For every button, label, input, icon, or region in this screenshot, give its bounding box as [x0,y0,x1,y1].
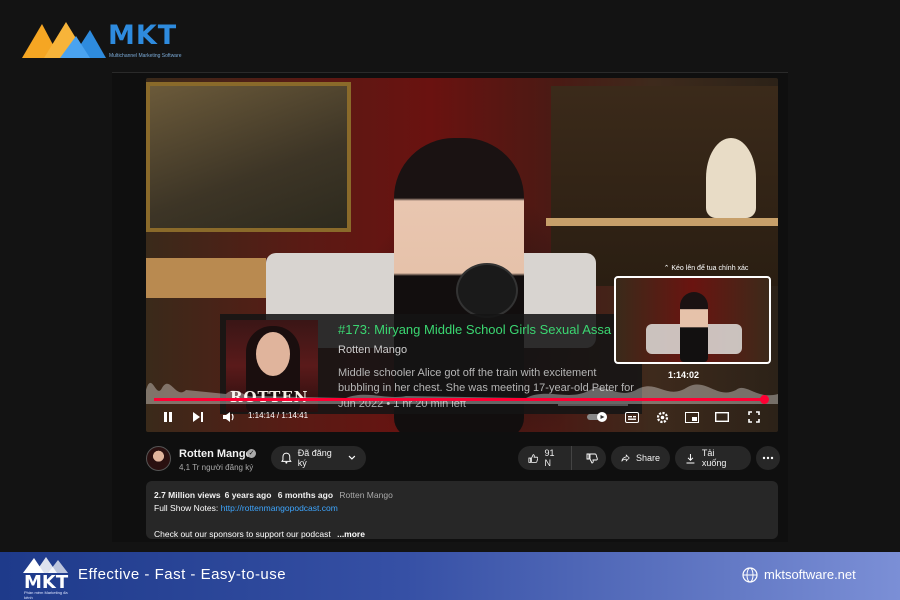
show-notes-link[interactable]: http://rottenmangopodcast.com [221,503,338,513]
promo-footer: MKT Phần mềm Marketing đa kênh Effective… [0,552,900,600]
footer-website[interactable]: mktsoftware.net [764,567,856,582]
download-label: Tải xuống [701,448,727,468]
pause-icon [164,412,172,422]
preview-host [680,292,708,362]
seek-hint: ⌃ Kéo lên để tua chính xác [663,265,749,272]
thumbs-down-icon [586,453,598,463]
view-count: 2.7 Million views [154,490,221,500]
chevron-down-icon [348,455,356,460]
autoplay-toggle-icon [587,412,607,422]
fullscreen-icon [748,411,760,423]
time-display: 1:14:14 / 1:14:41 [248,411,309,420]
subtitles-icon [625,411,639,423]
sponsors-line: Check out our sponsors to support our po… [154,528,770,541]
footer-slogan: Effective - Fast - Easy-to-use [78,566,287,583]
next-button[interactable] [188,408,208,426]
share-icon [621,454,630,462]
miniplayer-icon [685,411,699,423]
more-actions-button[interactable] [756,446,780,470]
subtitles-button[interactable] [622,408,642,426]
description-meta: 2.7 Million views 6 years ago 6 months ag… [154,489,770,502]
video-scene-painting [146,82,351,232]
brand-tagline: Multichannel Marketing Software [109,53,182,59]
brand-name: MKT [108,20,178,51]
episode-title[interactable]: #173: Miryang Middle School Girls Sexual… [338,322,638,337]
more-horizontal-icon [762,456,774,460]
show-more-link[interactable]: ...more [337,529,365,539]
video-scene-microphone [456,263,518,318]
dislike-button[interactable] [578,446,606,470]
video-scene-shelf-board [546,218,778,226]
progress-scrubber[interactable] [759,395,769,404]
download-button[interactable]: Tải xuống [675,446,751,470]
verified-icon: ✓ [247,449,256,458]
settings-icon [656,411,668,423]
settings-button[interactable] [652,408,672,426]
sponsors-text: Check out our sponsors to support our po… [154,529,331,539]
volume-button[interactable] [218,408,238,426]
thumbs-up-icon [528,453,539,463]
footer-logo: MKT Phần mềm Marketing đa kênh [22,556,72,600]
theater-icon [715,412,729,422]
show-notes-line: Full Show Notes: http://rottenmangopodca… [154,502,770,515]
mkt-logo-icon [22,22,106,58]
pause-button[interactable] [158,408,178,426]
seek-preview-thumbnail [614,276,771,364]
progress-fill [154,398,764,401]
channel-name[interactable]: Rotten Mango [179,448,252,460]
subscribed-label: Đã đăng ký [297,448,332,468]
upload-age: 6 years ago [224,490,272,500]
share-label: Share [635,453,660,463]
download-icon [686,453,695,463]
volume-icon [222,412,234,422]
globe-icon [742,567,758,583]
video-scene-book [146,258,266,298]
video-description[interactable]: 2.7 Million views 6 years ago 6 months ag… [146,481,778,539]
footer-brand-sub: Phần mềm Marketing đa kênh [24,590,68,600]
video-scene-statue [706,138,756,218]
like-dislike-group: 91 N [518,446,606,470]
episode-progress [558,404,628,406]
bell-icon [281,452,292,464]
mkt-logo: MKT Multichannel Marketing Software [20,18,200,62]
subscribed-button[interactable]: Đã đăng ký [271,446,366,470]
seek-preview-time: 1:14:02 [668,370,700,380]
like-count: 91 N [544,448,555,468]
fullscreen-button[interactable] [744,408,764,426]
like-button[interactable]: 91 N [518,446,572,470]
share-button[interactable]: Share [611,446,670,470]
autoplay-toggle[interactable] [586,408,610,426]
theater-button[interactable] [712,408,732,426]
video-player[interactable]: ROTTEN #173: Miryang Middle School Girls… [146,78,778,432]
progress-bar[interactable] [154,395,769,404]
upload-age-relative: 6 months ago [277,490,334,500]
description-channel: Rotten Mango [339,490,393,500]
subscriber-count: 4,1 Tr người đăng ký [179,463,254,472]
channel-avatar[interactable] [146,446,171,471]
miniplayer-button[interactable] [682,408,702,426]
episode-author: Rotten Mango [338,344,408,356]
show-notes-label: Full Show Notes: [154,503,219,513]
skip-next-icon [193,412,203,422]
